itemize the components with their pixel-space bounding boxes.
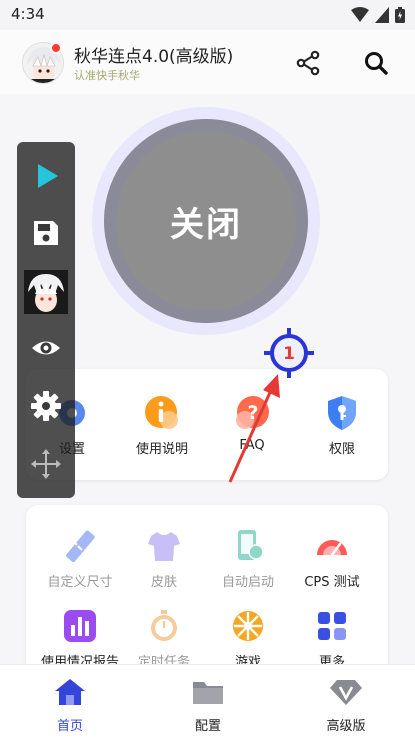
bar-chart-icon <box>64 610 96 642</box>
nav-premium[interactable]: 高级版 <box>296 677 396 734</box>
quick-action-label: 权限 <box>328 442 355 457</box>
tool-label: CPS 测试 <box>304 575 360 590</box>
wifi-icon <box>351 7 369 22</box>
annotation-arrow <box>228 374 280 483</box>
move-icon <box>31 449 61 479</box>
home-icon <box>55 679 85 705</box>
phone-auto-icon <box>238 530 264 560</box>
signal-icon <box>375 7 389 23</box>
nav-label: 首页 <box>56 719 83 734</box>
search-icon <box>365 52 388 75</box>
tool-game[interactable]: 游戏 <box>202 607 294 670</box>
app-subtitle: 认准快手秋华 <box>74 69 140 82</box>
tool-timer-task[interactable]: 定时任务 <box>118 607 210 670</box>
floating-toolbar[interactable] <box>17 142 75 498</box>
shirt-icon <box>148 532 180 561</box>
app-title: 秋华连点4.0(高级版) <box>74 47 234 67</box>
tool-cps-test[interactable]: CPS 测试 <box>286 527 378 590</box>
game-wheel-icon <box>233 611 263 641</box>
settings-button[interactable] <box>28 388 64 424</box>
nav-label: 高级版 <box>326 719 366 734</box>
grid-icon <box>318 612 346 640</box>
app-header: 秋华连点4.0(高级版) 认准快手秋华 <box>0 30 415 94</box>
share-button[interactable] <box>291 46 325 80</box>
toolbar-avatar[interactable] <box>24 270 68 314</box>
eye-icon <box>32 341 60 355</box>
status-time: 4:34 <box>11 5 45 23</box>
main-toggle-button[interactable]: 关闭 <box>116 131 296 311</box>
nav-label: 配置 <box>194 719 221 734</box>
shield-key-icon <box>328 396 356 430</box>
share-icon <box>296 50 320 76</box>
quick-actions-card: 设置 使用说明 ? FAQ 权限 <box>26 369 388 480</box>
nav-config[interactable]: 配置 <box>158 677 258 734</box>
move-handle[interactable] <box>28 446 64 482</box>
folder-icon <box>193 682 223 704</box>
bottom-navigation: 首页 配置 高级版 <box>0 664 415 738</box>
status-bar: 4:34 <box>0 0 415 30</box>
avatar-image <box>24 270 68 314</box>
status-icons <box>351 6 405 24</box>
tool-more[interactable]: 更多 <box>286 607 378 670</box>
tool-auto-start[interactable]: 自动启动 <box>202 527 294 590</box>
stopwatch-icon <box>151 610 177 641</box>
visibility-button[interactable] <box>28 330 64 366</box>
speedometer-icon <box>317 540 347 557</box>
tool-custom-size[interactable]: 自定义尺寸 <box>34 527 126 590</box>
tool-label: 皮肤 <box>150 575 177 590</box>
nav-home[interactable]: 首页 <box>20 677 120 734</box>
info-icon <box>145 396 178 429</box>
search-button[interactable] <box>359 46 393 80</box>
save-icon <box>34 221 58 245</box>
battery-icon <box>395 7 405 23</box>
quick-action-label: 使用说明 <box>135 442 188 457</box>
ruler-icon <box>66 530 95 563</box>
tool-label: 自定义尺寸 <box>47 575 113 590</box>
play-button[interactable] <box>28 158 64 194</box>
save-button[interactable] <box>28 215 64 251</box>
tool-skin[interactable]: 皮肤 <box>118 527 210 590</box>
target-number: 1 <box>283 344 295 364</box>
tool-usage-report[interactable]: 使用情况报告 <box>34 607 126 670</box>
play-icon <box>38 164 58 188</box>
notification-dot <box>50 42 62 54</box>
quick-action-guide[interactable]: 使用说明 <box>116 394 208 457</box>
tools-card: 自定义尺寸 皮肤 自动启动 CPS 测试 使用情况报告 定时任务 游戏 更多 <box>26 505 388 675</box>
tool-label: 自动启动 <box>221 575 274 590</box>
gear-icon <box>31 391 61 421</box>
quick-action-permissions[interactable]: 权限 <box>296 394 388 457</box>
vip-diamond-icon <box>330 680 362 705</box>
